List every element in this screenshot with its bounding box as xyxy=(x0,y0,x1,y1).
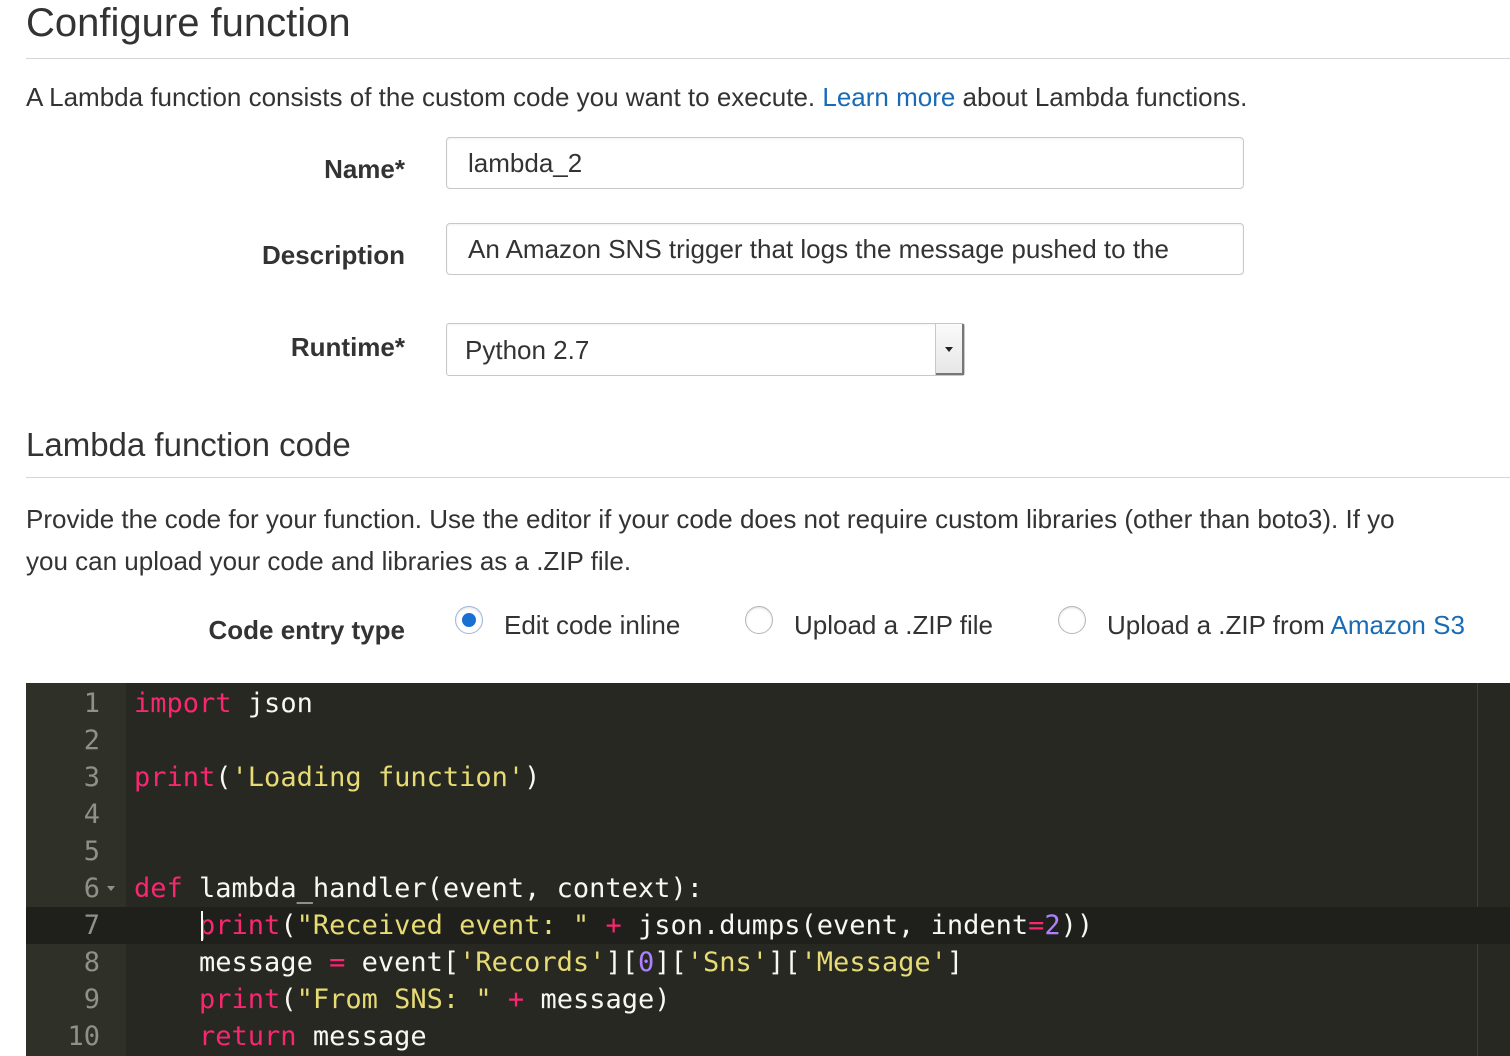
runtime-selected-value: Python 2.7 xyxy=(465,335,590,365)
code-line[interactable]: 10 return message xyxy=(26,1018,1510,1055)
code-section-description-line2: you can upload your code and libraries a… xyxy=(26,546,632,576)
intro-text-before: A Lambda function consists of the custom… xyxy=(26,82,823,112)
code-line[interactable]: 5 xyxy=(26,833,1510,870)
line-number: 5 xyxy=(83,836,100,867)
amazon-s3-link[interactable]: Amazon S3 xyxy=(1331,610,1465,640)
line-number: 7 xyxy=(83,910,100,941)
code-line[interactable]: 2 xyxy=(26,722,1510,759)
code-text[interactable]: print("From SNS: " + message) xyxy=(134,981,670,1018)
code-line[interactable]: 8 message = event['Records'][0]['Sns']['… xyxy=(26,944,1510,981)
code-editor[interactable]: 1 import json 2 3 print('Loading functio… xyxy=(26,683,1510,1056)
code-text[interactable]: print("Received event: " + json.dumps(ev… xyxy=(134,907,1093,944)
code-line[interactable]: 3 print('Loading function') xyxy=(26,759,1510,796)
intro-text-after: about Lambda functions. xyxy=(955,82,1248,112)
code-text[interactable]: print('Loading function') xyxy=(134,759,540,796)
upload-zip-radio[interactable] xyxy=(745,606,773,634)
chevron-down-icon xyxy=(945,347,953,352)
code-section-description: Provide the code for your function. Use … xyxy=(26,498,1510,582)
text-cursor xyxy=(201,911,203,941)
code-text[interactable]: message = event['Records'][0]['Sns']['Me… xyxy=(134,944,963,981)
name-label: Name* xyxy=(324,154,405,184)
configure-function-page: Configure function A Lambda function con… xyxy=(0,0,1510,1056)
code-text[interactable]: def lambda_handler(event, context): xyxy=(134,870,703,907)
line-number: 3 xyxy=(83,762,100,793)
code-section-divider xyxy=(26,477,1510,478)
code-line[interactable]: 4 xyxy=(26,796,1510,833)
learn-more-link[interactable]: Learn more xyxy=(822,82,955,112)
runtime-label: Runtime* xyxy=(290,332,405,362)
runtime-dropdown-button[interactable] xyxy=(935,324,964,375)
line-number: 9 xyxy=(83,984,100,1015)
code-line[interactable]: 6 def lambda_handler(event, context): xyxy=(26,870,1510,907)
edit-code-inline-radio[interactable] xyxy=(455,606,483,634)
line-number: 2 xyxy=(83,725,100,756)
line-number: 1 xyxy=(83,688,100,719)
code-line[interactable]: 9 print("From SNS: " + message) xyxy=(26,981,1510,1018)
line-number: 6 xyxy=(83,873,100,904)
description-input[interactable] xyxy=(446,223,1244,275)
code-section-title: Lambda function code xyxy=(26,426,351,463)
code-line[interactable]: 1 import json xyxy=(26,685,1510,722)
line-number: 10 xyxy=(67,1021,100,1052)
fold-arrow-icon[interactable] xyxy=(107,886,115,891)
name-input[interactable] xyxy=(446,137,1244,189)
upload-zip-label[interactable]: Upload a .ZIP file xyxy=(794,609,993,641)
code-line-active[interactable]: 7 print("Received event: " + json.dumps(… xyxy=(26,907,1510,944)
upload-zip-s3-radio[interactable] xyxy=(1058,606,1086,634)
description-label: Description xyxy=(261,240,405,270)
intro-text: A Lambda function consists of the custom… xyxy=(26,80,1247,114)
edit-code-inline-label[interactable]: Edit code inline xyxy=(504,609,680,641)
title-divider xyxy=(26,58,1510,59)
upload-zip-s3-label[interactable]: Upload a .ZIP from Amazon S3 xyxy=(1107,609,1465,641)
upload-zip-s3-label-text: Upload a .ZIP from xyxy=(1107,610,1331,640)
code-text[interactable]: import json xyxy=(134,685,313,722)
line-number: 4 xyxy=(83,799,100,830)
runtime-select[interactable]: Python 2.7 xyxy=(446,323,965,376)
code-text[interactable]: return message xyxy=(134,1018,427,1055)
code-entry-type-label: Code entry type xyxy=(208,615,406,645)
line-number: 8 xyxy=(83,947,100,978)
page-title: Configure function xyxy=(26,1,351,45)
code-section-description-line1: Provide the code for your function. Use … xyxy=(26,504,1395,534)
